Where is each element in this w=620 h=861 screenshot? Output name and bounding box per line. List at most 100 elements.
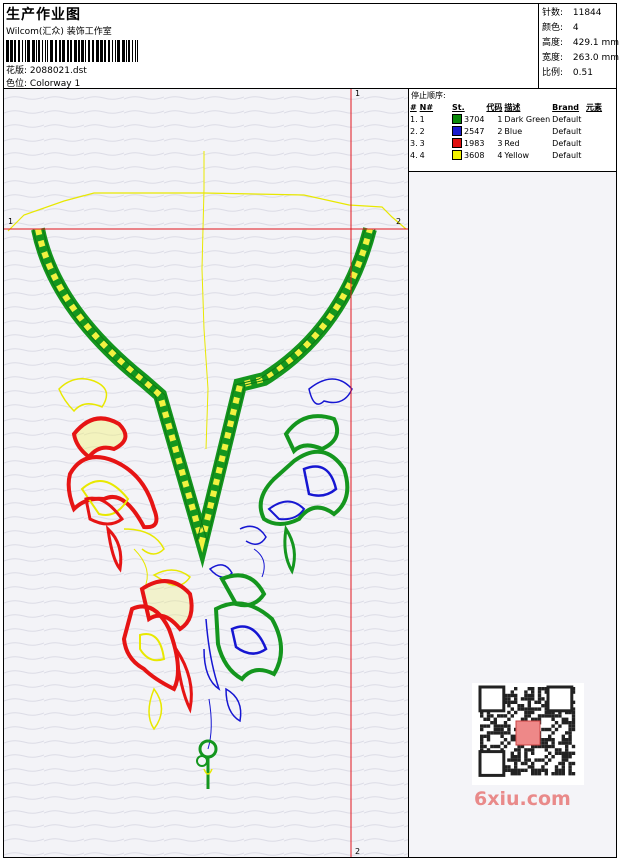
qr-module xyxy=(544,738,548,742)
qr-module xyxy=(561,758,565,762)
qr-module xyxy=(537,690,542,694)
row-brand: Default xyxy=(552,150,582,160)
barcode-bar xyxy=(38,40,40,62)
qr-module xyxy=(544,744,548,749)
qr-module xyxy=(565,731,569,735)
color-table-header: # N# St. 代码 描述 Brand 元素 xyxy=(409,101,603,113)
barcode-bar xyxy=(137,40,138,62)
qr-module xyxy=(514,700,518,704)
qr-module xyxy=(531,710,535,715)
qr-module xyxy=(554,714,559,718)
qr-module xyxy=(527,710,531,715)
col-brand: Brand xyxy=(552,102,580,112)
qr-module xyxy=(493,724,497,728)
height-value: 429.1 mm xyxy=(572,38,620,48)
row-code: 2 xyxy=(497,126,503,136)
row-element xyxy=(585,113,603,125)
qr-module xyxy=(524,693,528,698)
row-brand: Default xyxy=(552,126,582,136)
qr-module xyxy=(544,727,548,732)
stitch-count: 2547 xyxy=(464,126,485,136)
qr-module xyxy=(524,755,528,759)
qr-module xyxy=(551,741,555,745)
qr-module xyxy=(507,741,511,745)
qr-module xyxy=(541,758,545,762)
header: 生产作业图 Wilcom(汇众) 装饰工作室 花版: 2088021.dst 色… xyxy=(6,4,536,89)
qr-module xyxy=(520,704,525,708)
qr-module xyxy=(568,761,572,766)
row-brand: Default xyxy=(552,114,582,124)
qr-module xyxy=(558,724,562,728)
qr-module xyxy=(480,724,484,728)
qr-module xyxy=(524,707,528,711)
row-code: 1 xyxy=(497,114,503,124)
qr-module xyxy=(517,768,521,772)
barcode-bar xyxy=(85,40,86,62)
qr-module xyxy=(531,717,535,721)
row-index: 2. xyxy=(410,126,418,136)
qr-module xyxy=(486,724,491,728)
qr-module xyxy=(507,717,511,721)
qr-module xyxy=(490,731,494,735)
qr-module xyxy=(548,744,552,749)
qr-module xyxy=(544,772,548,776)
qr-module xyxy=(558,751,562,755)
qr-module xyxy=(565,755,569,759)
qr-module xyxy=(537,768,542,772)
qr-module xyxy=(561,734,565,738)
qr-module xyxy=(531,772,535,776)
qr-module xyxy=(537,687,542,691)
qr-module xyxy=(551,714,555,718)
qr-module xyxy=(551,755,555,759)
qr-module xyxy=(520,717,525,721)
qr-module xyxy=(541,765,545,769)
row-number: 1 xyxy=(419,114,425,124)
qr-module xyxy=(483,744,487,749)
qr-module xyxy=(486,714,491,718)
qr-module xyxy=(517,758,521,762)
barcode-bar xyxy=(108,40,110,62)
barcode-bar xyxy=(112,40,113,62)
embroidery-canvas: 1 2 1 2 xyxy=(4,89,408,857)
marker-top-1: 1 xyxy=(355,89,361,98)
color-swatch-icon xyxy=(452,126,463,136)
qr-module xyxy=(507,700,511,704)
barcode-bar xyxy=(27,40,30,62)
qr-module xyxy=(544,755,548,759)
qr-module xyxy=(571,761,576,766)
qr-module xyxy=(500,714,504,718)
qr-module xyxy=(554,727,559,732)
qr-module xyxy=(571,727,576,732)
qr-module xyxy=(514,758,518,762)
barcode-bar xyxy=(42,40,43,62)
qr-module xyxy=(561,765,565,769)
qr-module xyxy=(537,707,542,711)
colors-label: 颜色: xyxy=(542,23,564,33)
embroidery-design xyxy=(4,89,408,857)
qr-module xyxy=(507,768,511,772)
qr-module xyxy=(493,727,497,732)
qr-module xyxy=(527,697,531,701)
qr-module xyxy=(520,768,525,772)
row-stitches: 1983 xyxy=(451,137,485,149)
qr-module xyxy=(520,761,525,766)
qr-module xyxy=(565,721,569,725)
qr-module xyxy=(537,758,542,762)
qr-module xyxy=(565,741,569,745)
qr-module xyxy=(548,738,552,742)
qr-module xyxy=(548,758,552,762)
qr-module xyxy=(568,741,572,745)
qr-module xyxy=(527,704,531,708)
qr-module xyxy=(510,751,514,755)
qr-module xyxy=(507,724,511,728)
marker-right-2: 2 xyxy=(396,217,402,226)
barcode-bar xyxy=(47,40,48,62)
barcode-bar xyxy=(67,40,69,62)
row-description: Dark Green xyxy=(504,114,551,124)
qr-module xyxy=(531,768,535,772)
barcode-bar xyxy=(36,40,37,62)
row-number: 2 xyxy=(419,126,425,136)
qr-module xyxy=(544,741,548,745)
qr-module xyxy=(554,765,559,769)
qr-module xyxy=(524,768,528,772)
